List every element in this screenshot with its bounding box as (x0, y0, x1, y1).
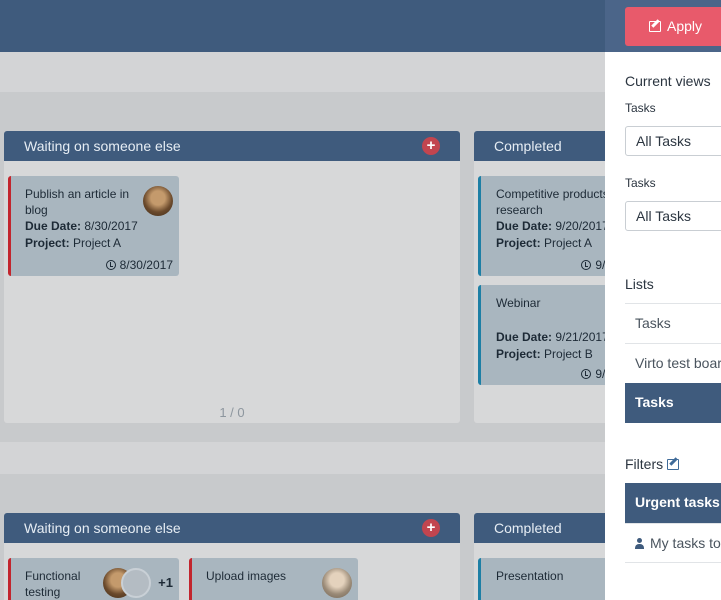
list-item-active[interactable]: Tasks (625, 383, 721, 423)
column-header: Completed (474, 131, 605, 161)
column-title: Waiting on someone else (24, 520, 181, 536)
column-completed: Completed Competitive products research … (474, 131, 605, 423)
column-header: Completed (474, 513, 605, 543)
column-header: Waiting on someone else + (4, 131, 460, 161)
edit-icon (649, 21, 661, 32)
card-due-date: Due Date: 9/21/2017 (496, 330, 605, 344)
column-title: Waiting on someone else (24, 138, 181, 154)
assignee-avatars[interactable]: +1 (103, 568, 173, 598)
current-views-title: Current views (625, 73, 711, 89)
pager: 1 / 0 (219, 405, 245, 420)
task-card[interactable]: Presentation (478, 558, 605, 600)
more-assignees-count: +1 (158, 575, 173, 590)
panel-header: Apply (605, 0, 721, 52)
card-due-date: Due Date: 8/30/2017 (25, 219, 138, 233)
card-title: Presentation (496, 569, 564, 583)
card-title: Webinar (496, 296, 541, 310)
edit-filters-icon[interactable] (667, 459, 680, 470)
column-waiting: Waiting on someone else + Functional tes… (4, 513, 460, 600)
filters-title: Filters (625, 456, 680, 472)
clock-icon (105, 260, 116, 270)
card-project: Project: Project B (496, 347, 593, 361)
view-settings-panel: Apply Current views Tasks All Tasks Task… (605, 0, 721, 600)
task-card[interactable]: Functional testing +1 (8, 558, 179, 600)
card-project: Project: Project A (25, 236, 122, 250)
card-date: 9/2 (581, 367, 605, 381)
task-card[interactable]: Competitive products research Due Date: … (478, 176, 605, 276)
assignee-avatar[interactable] (322, 568, 352, 598)
task-card[interactable]: Webinar Due Date: 9/21/2017 Project: Pro… (478, 285, 605, 385)
card-date: 9/2 (581, 258, 605, 272)
column-title: Completed (494, 520, 562, 536)
filter-item-active[interactable]: Urgent tasks (625, 483, 721, 523)
add-card-button[interactable]: + (422, 137, 440, 155)
lists-title: Lists (625, 276, 654, 292)
column-header: Waiting on someone else + (4, 513, 460, 543)
column-waiting: Waiting on someone else + Publish an art… (4, 131, 460, 423)
filter-item[interactable]: My tasks to (625, 523, 721, 563)
card-project: Project: Project A (496, 236, 593, 250)
card-date: 8/30/2017 (105, 258, 173, 272)
clock-icon (581, 260, 592, 270)
assignee-avatar-placeholder (121, 568, 151, 598)
board-row-2: Waiting on someone else + Functional tes… (0, 474, 605, 600)
list-item[interactable]: Tasks (625, 303, 721, 343)
column-completed: Completed Presentation (474, 513, 605, 600)
column-title: Completed (494, 138, 562, 154)
view-label: Tasks (625, 101, 656, 115)
card-due-date: Due Date: 9/20/2017 (496, 219, 605, 233)
view-label: Tasks (625, 176, 656, 190)
board-row-1: Waiting on someone else + Publish an art… (0, 92, 605, 442)
add-card-button[interactable]: + (422, 519, 440, 537)
assignee-avatar[interactable] (143, 186, 173, 216)
apply-button[interactable]: Apply (625, 7, 721, 46)
user-icon (635, 538, 644, 549)
card-title: Competitive products research (496, 187, 605, 217)
task-card[interactable]: Upload images (189, 558, 358, 600)
view-select[interactable]: All Tasks (625, 126, 721, 156)
clock-icon (581, 369, 592, 379)
list-item[interactable]: Virto test boar (625, 343, 721, 383)
task-card[interactable]: Publish an article in blog Due Date: 8/3… (8, 176, 179, 276)
view-select[interactable]: All Tasks (625, 201, 721, 231)
